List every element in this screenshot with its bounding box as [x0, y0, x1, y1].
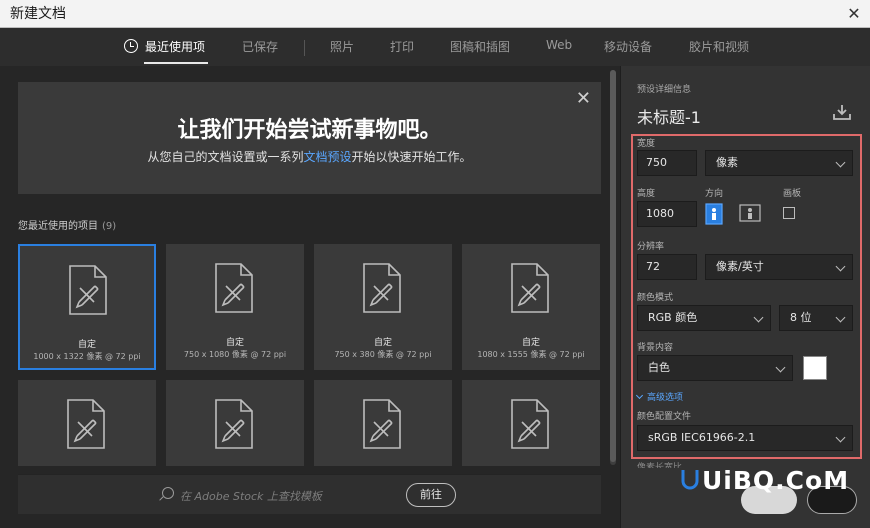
advanced-options-label: 高级选项	[647, 393, 684, 403]
color-mode-dropdown[interactable]: RGB 颜色	[637, 305, 771, 331]
resolution-label: 分辨率	[637, 242, 665, 252]
tab-recent[interactable]: 最近使用项	[145, 38, 205, 55]
preset-details-panel: 预设详细信息 未标题-1 宽度 750 像素 高度 方向 画板 1080 分辨率…	[620, 66, 870, 528]
banner-close-icon[interactable]: ✕	[576, 88, 591, 109]
tab-mobile[interactable]: 移动设备	[604, 38, 652, 55]
tab-print[interactable]: 打印	[390, 38, 414, 55]
document-icon	[363, 399, 401, 449]
resolution-input[interactable]: 72	[637, 254, 697, 280]
chevron-down-icon	[835, 432, 846, 443]
advanced-options-toggle[interactable]: 高级选项	[635, 390, 684, 403]
document-name-field[interactable]: 未标题-1	[637, 104, 701, 128]
color-mode-value: RGB 颜色	[648, 311, 698, 324]
watermark-text: UiBQ.CoM	[702, 466, 850, 495]
chevron-down-icon	[635, 391, 644, 400]
background-color-swatch[interactable]	[803, 356, 827, 380]
recent-item-card[interactable]: 自定 1000 x 1322 像素 @ 72 ppi	[18, 244, 156, 370]
chevron-down-icon	[835, 157, 846, 168]
bit-depth-value: 8 位	[790, 311, 812, 324]
stock-search-input[interactable]: 在 Adobe Stock 上查找模板	[180, 488, 322, 504]
document-icon	[215, 399, 253, 449]
tab-web[interactable]: Web	[546, 38, 572, 52]
color-profile-label: 颜色配置文件	[637, 412, 692, 422]
banner-subtitle: 从您自己的文档设置或一系列文档预设开始以快速开始工作。	[18, 148, 601, 165]
resolution-unit-dropdown[interactable]: 像素/英寸	[705, 254, 853, 280]
document-icon	[215, 263, 253, 313]
recent-item-size: 750 x 1080 像素 @ 72 ppi	[183, 350, 287, 359]
save-preset-icon[interactable]	[833, 104, 851, 120]
width-unit-value: 像素	[716, 156, 738, 169]
recent-item-name: 自定	[225, 338, 244, 348]
chevron-down-icon	[775, 362, 786, 373]
chevron-down-icon	[753, 312, 764, 323]
height-label: 高度	[637, 189, 656, 199]
recent-item-card[interactable]	[166, 380, 304, 466]
color-profile-value: sRGB IEC61966-2.1	[648, 431, 756, 444]
document-icon	[69, 265, 107, 315]
artboard-checkbox[interactable]	[783, 207, 795, 219]
document-presets-link[interactable]: 文档预设	[303, 150, 351, 164]
tab-photo[interactable]: 照片	[330, 38, 354, 55]
color-profile-dropdown[interactable]: sRGB IEC61966-2.1	[637, 425, 853, 451]
chevron-down-icon	[835, 312, 846, 323]
pixel-aspect-label: 像素长宽比	[637, 463, 683, 468]
background-dropdown[interactable]: 白色	[637, 355, 793, 381]
recent-item-name: 自定	[373, 338, 392, 348]
portrait-orientation-icon[interactable]	[705, 203, 723, 225]
width-unit-dropdown[interactable]: 像素	[705, 150, 853, 176]
recent-item-size: 1000 x 1322 像素 @ 72 ppi	[33, 352, 141, 361]
chevron-down-icon	[835, 261, 846, 272]
presets-area: ✕ 让我们开始尝试新事物吧。 从您自己的文档设置或一系列文档预设开始以快速开始工…	[0, 66, 620, 528]
document-icon	[511, 399, 549, 449]
recent-item-size: 750 x 380 像素 @ 72 ppi	[334, 350, 432, 359]
tab-active-indicator	[144, 62, 208, 64]
landscape-orientation-icon[interactable]	[739, 204, 761, 222]
bit-depth-dropdown[interactable]: 8 位	[779, 305, 853, 331]
recent-item-card[interactable]	[462, 380, 600, 466]
recent-item-card[interactable]	[314, 380, 452, 466]
search-icon	[162, 487, 174, 499]
resolution-unit-value: 像素/英寸	[716, 260, 764, 273]
recent-items-count: (9)	[102, 221, 117, 232]
welcome-banner: ✕ 让我们开始尝试新事物吧。 从您自己的文档设置或一系列文档预设开始以快速开始工…	[18, 82, 601, 194]
recent-items-label: 您最近使用的项目 (9)	[18, 217, 116, 232]
orientation-label: 方向	[705, 189, 724, 199]
watermark-logo-icon	[681, 470, 699, 490]
background-value: 白色	[648, 361, 670, 374]
window-title: 新建文档	[10, 6, 66, 22]
document-icon	[363, 263, 401, 313]
recent-item-name: 自定	[77, 340, 96, 350]
banner-subtitle-end: 开始以快速开始工作。	[351, 150, 472, 164]
background-label: 背景内容	[637, 343, 674, 353]
go-button[interactable]: 前往	[406, 483, 456, 507]
tab-bar: 最近使用项 已保存 照片 打印 图稿和插图 Web 移动设备 胶片和视频	[0, 28, 870, 66]
panel-header: 预设详细信息	[637, 85, 692, 95]
recent-item-name: 自定	[521, 338, 540, 348]
window-titlebar: 新建文档 ✕	[0, 0, 870, 28]
clock-icon	[124, 39, 138, 53]
stock-search-bar: 在 Adobe Stock 上查找模板 前往	[18, 474, 601, 514]
banner-title: 让我们开始尝试新事物吧。	[177, 118, 442, 143]
artboard-label: 画板	[783, 189, 802, 199]
tab-film-video[interactable]: 胶片和视频	[689, 38, 749, 55]
document-icon	[511, 263, 549, 313]
recent-item-card[interactable]: 自定 750 x 380 像素 @ 72 ppi	[314, 244, 452, 370]
close-icon[interactable]: ✕	[844, 0, 864, 28]
recent-item-card[interactable]	[18, 380, 156, 466]
recent-item-card[interactable]: 自定 750 x 1080 像素 @ 72 ppi	[166, 244, 304, 370]
scrollbar-thumb[interactable]	[610, 70, 616, 462]
recent-item-size: 1080 x 1555 像素 @ 72 ppi	[477, 350, 585, 359]
document-icon	[67, 399, 105, 449]
recent-item-card[interactable]: 自定 1080 x 1555 像素 @ 72 ppi	[462, 244, 600, 370]
banner-subtitle-text: 从您自己的文档设置或一系列	[147, 150, 304, 164]
width-label: 宽度	[637, 139, 656, 149]
tab-saved[interactable]: 已保存	[242, 38, 278, 55]
tab-divider	[304, 40, 305, 56]
tab-art-illustration[interactable]: 图稿和插图	[450, 38, 510, 55]
recent-items-title: 您最近使用的项目	[18, 221, 98, 232]
height-input[interactable]: 1080	[637, 201, 697, 227]
width-input[interactable]: 750	[637, 150, 697, 176]
color-mode-label: 颜色模式	[637, 293, 674, 303]
